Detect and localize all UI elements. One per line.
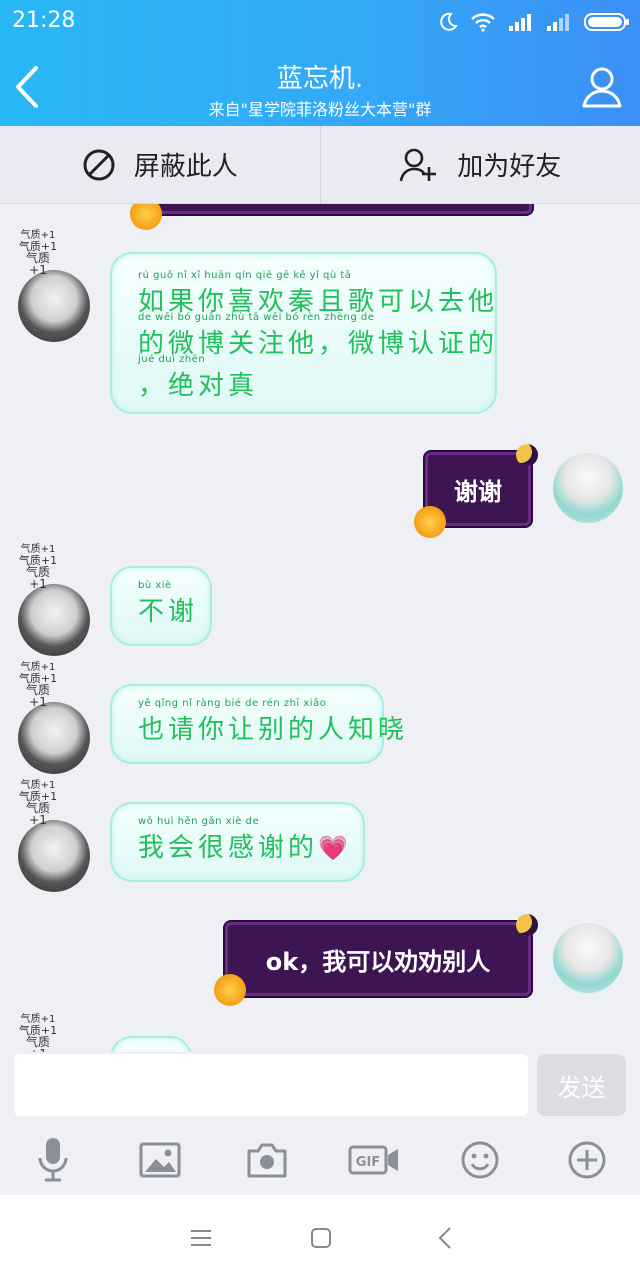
sender-avatar[interactable] xyxy=(18,820,90,892)
home-icon[interactable] xyxy=(306,1223,336,1253)
my-avatar[interactable] xyxy=(553,923,623,993)
emoji-icon[interactable] xyxy=(455,1136,505,1184)
sender-avatar-group: 气质+1 气质+1 气质+1 xyxy=(18,1014,94,1052)
block-icon xyxy=(83,149,115,180)
plus-icon[interactable] xyxy=(562,1136,612,1184)
camera-icon[interactable] xyxy=(242,1136,292,1184)
message-text: 不谢 xyxy=(138,597,199,627)
message-text: 谢谢 xyxy=(454,477,502,506)
block-button[interactable]: 屏蔽此人 xyxy=(0,126,320,203)
add-friend-button[interactable]: 加为好友 xyxy=(319,126,640,203)
heart-emoji: 💗 xyxy=(318,834,352,862)
sender-avatar[interactable] xyxy=(18,270,90,342)
my-avatar[interactable] xyxy=(553,453,623,523)
status-icons xyxy=(438,9,630,35)
sun-decoration xyxy=(130,204,162,230)
message-input[interactable] xyxy=(14,1054,528,1116)
message-bubble-left[interactable]: yě qǐng nǐ ràng bié de rén zhī xiǎo 也请你让别… xyxy=(110,684,404,764)
badge-text: 气质+1 xyxy=(25,1035,50,1052)
input-area: 发送 GIF xyxy=(0,1052,640,1195)
pinyin-line: jué duì zhēn xyxy=(138,354,206,365)
add-user-icon xyxy=(399,148,437,181)
input-toolbar: GIF xyxy=(0,1136,640,1184)
message-bubble-left[interactable]: rú guǒ nǐ xǐ huān qín qiě gē kě yǐ qù tā… xyxy=(110,252,497,414)
pinyin-line: wǒ huì hěn gǎn xiè de xyxy=(138,816,260,827)
moon-icon xyxy=(440,12,458,31)
chat-header: 21:28 蓝忘机. 来自"星学院菲洛粉丝大本营"群 xyxy=(0,0,640,126)
wifi-icon xyxy=(471,13,495,32)
send-button[interactable]: 发送 xyxy=(537,1054,626,1116)
chat-title: 蓝忘机. xyxy=(276,64,364,94)
system-navigation-bar xyxy=(0,1195,640,1280)
moon-decoration xyxy=(516,444,538,466)
pinyin-line: bù xiè xyxy=(138,580,172,591)
message-text: 也请你让别的人知晓 xyxy=(138,715,409,745)
moon-decoration xyxy=(516,914,538,936)
battery-icon xyxy=(584,13,629,31)
message-bubble-left-partial xyxy=(110,1036,192,1052)
menu-icon[interactable] xyxy=(186,1223,216,1253)
sender-avatar[interactable] xyxy=(18,584,90,656)
signal-icon xyxy=(509,14,531,31)
message-text: ，绝对真 xyxy=(138,371,259,401)
message-text: 我会很感谢的 xyxy=(138,833,319,863)
gif-icon[interactable]: GIF xyxy=(348,1136,400,1184)
action-bar: 屏蔽此人 加为好友 xyxy=(0,126,640,204)
sender-avatar-group: 气质+1 气质+1 气质+1 xyxy=(18,662,94,774)
sender-avatar-group: 气质+1 气质+1 气质+1 xyxy=(18,544,94,656)
message-bubble-right[interactable]: ok，我可以劝劝别人 xyxy=(225,922,531,996)
back-nav-icon[interactable] xyxy=(430,1223,460,1253)
signal-icon xyxy=(547,14,569,31)
svg-text:GIF: GIF xyxy=(356,1155,380,1170)
image-icon[interactable] xyxy=(135,1136,185,1184)
block-label: 屏蔽此人 xyxy=(133,152,238,182)
pinyin-line: rú guǒ nǐ xǐ huān qín qiě gē kě yǐ qù tā xyxy=(138,270,352,281)
message-bubble-left[interactable]: wǒ huì hěn gǎn xiè de 我会很感谢的💗 xyxy=(110,802,365,882)
chat-messages: 气质+1 气质+1 气质+1 rú guǒ nǐ xǐ huān qín qiě… xyxy=(0,204,640,1052)
status-time: 21:28 xyxy=(12,8,76,33)
pinyin-line: yě qǐng nǐ ràng bié de rén zhī xiǎo xyxy=(138,698,327,709)
sender-avatar[interactable] xyxy=(18,702,90,774)
mic-icon[interactable] xyxy=(28,1136,78,1184)
sender-avatar-group: 气质+1 气质+1 气质+1 xyxy=(18,230,94,342)
pinyin-line: de wēi bó guān zhù tā wēi bó rèn zhèng d… xyxy=(138,312,375,323)
profile-icon[interactable] xyxy=(580,64,624,108)
chat-subtitle: 来自"星学院菲洛粉丝大本营"群 xyxy=(208,100,432,119)
sender-avatar-group: 气质+1 气质+1 气质+1 xyxy=(18,780,94,892)
message-bubble-left[interactable]: bù xiè 不谢 xyxy=(110,566,212,646)
sun-decoration xyxy=(414,506,446,538)
add-friend-label: 加为好友 xyxy=(457,152,562,182)
message-bubble-right-partial xyxy=(152,204,532,214)
sun-decoration xyxy=(214,974,246,1006)
message-text: ok，我可以劝劝别人 xyxy=(265,947,491,976)
